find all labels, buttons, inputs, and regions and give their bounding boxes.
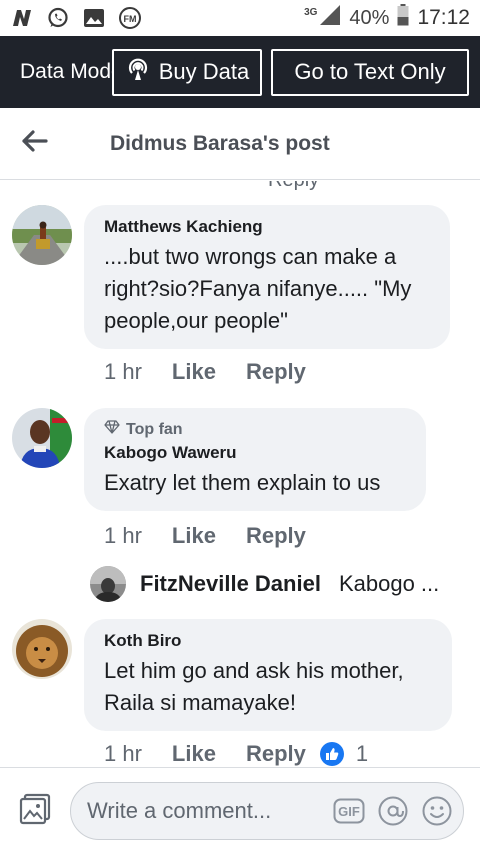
back-arrow-icon	[22, 130, 48, 157]
comment-bubble: Koth Biro Let him go and ask his mother,…	[84, 619, 452, 731]
text-only-label: Go to Text Only	[294, 59, 446, 84]
post-header: Didmus Barasa's post	[0, 108, 480, 180]
fm-radio-icon: FM	[118, 6, 142, 30]
photo-icon	[18, 792, 52, 831]
reaction-summary[interactable]: 1	[319, 741, 369, 767]
avatar[interactable]	[12, 619, 72, 679]
buy-data-button[interactable]: Buy Data	[112, 48, 262, 96]
comments-list: Reply Matthews Kachieng ....but two wron…	[0, 181, 480, 767]
buy-data-label: Buy Data	[158, 59, 250, 84]
top-fan-badge: Top fan	[104, 420, 406, 439]
text-only-button[interactable]: Go to Text Only	[271, 48, 469, 96]
reply-button[interactable]: Reply	[246, 359, 306, 385]
avatar[interactable]	[12, 408, 72, 468]
reply-snippet: Kabogo ...	[338, 571, 440, 596]
n-notification-icon	[10, 6, 34, 30]
thumbs-up-icon	[319, 742, 344, 766]
like-button[interactable]: Like	[172, 523, 216, 549]
comment-time: 1 hr	[104, 741, 142, 766]
reply-button[interactable]: Reply	[246, 523, 306, 549]
like-button[interactable]: Like	[172, 741, 216, 767]
wireless-broadcast-icon	[125, 56, 151, 88]
battery-icon	[397, 4, 409, 32]
comment-time: 1 hr	[104, 523, 142, 548]
comment-text: Exatry let them explain to us	[104, 470, 381, 495]
back-button[interactable]	[0, 108, 70, 180]
comment-time: 1 hr	[104, 359, 142, 384]
gif-button[interactable]: GIF	[333, 795, 365, 827]
avatar[interactable]	[12, 205, 72, 265]
gallery-icon	[82, 6, 106, 30]
cut-off-reply-link[interactable]: Reply	[268, 181, 319, 192]
like-button[interactable]: Like	[172, 359, 216, 385]
avatar	[90, 566, 126, 602]
add-photo-button[interactable]	[0, 792, 70, 831]
commenter-name[interactable]: Matthews Kachieng	[104, 217, 430, 237]
gif-label: GIF	[338, 804, 360, 819]
whatsapp-icon	[46, 6, 70, 30]
comment-input[interactable]: Write a comment... GIF	[70, 782, 464, 840]
comment-actions: 1 hr Like Reply	[104, 359, 306, 385]
data-mode-label: Data Mode	[20, 60, 112, 83]
comment-bubble: Top fan Kabogo Waweru Exatry let them ex…	[84, 408, 426, 511]
reply-button[interactable]: Reply	[246, 741, 306, 767]
commenter-name[interactable]: Koth Biro	[104, 631, 432, 651]
comment-composer: Write a comment... GIF	[0, 767, 480, 854]
clock: 17:12	[417, 6, 470, 29]
svg-text:FM: FM	[124, 14, 137, 24]
battery-percent: 40%	[349, 6, 390, 29]
diamond-icon	[104, 420, 120, 439]
status-bar: FM 3G 40% 17:12	[0, 0, 480, 36]
emoji-icon[interactable]	[421, 795, 453, 827]
comment-bubble: Matthews Kachieng ....but two wrongs can…	[84, 205, 450, 349]
comment-text: Let him go and ask his mother, Raila si …	[104, 658, 404, 715]
comment-actions: 1 hr Like Reply 1	[104, 741, 368, 767]
reply-author-name: FitzNeville Daniel	[140, 571, 321, 596]
signal-icon	[319, 4, 341, 32]
page-title: Didmus Barasa's post	[110, 131, 330, 155]
top-fan-label: Top fan	[126, 420, 183, 438]
comment-actions: 1 hr Like Reply	[104, 523, 306, 549]
comment-text: ....but two wrongs can make a right?sio?…	[104, 244, 412, 333]
reaction-count: 1	[355, 741, 369, 766]
reply-preview[interactable]: FitzNeville Daniel Kabogo ...	[90, 566, 439, 602]
network-type: 3G	[304, 6, 318, 18]
commenter-name[interactable]: Kabogo Waweru	[104, 443, 406, 463]
comment-placeholder: Write a comment...	[87, 798, 272, 823]
data-mode-bar: Data Mode Buy Data Go to Text Only	[0, 36, 480, 108]
mention-icon[interactable]	[377, 795, 409, 827]
